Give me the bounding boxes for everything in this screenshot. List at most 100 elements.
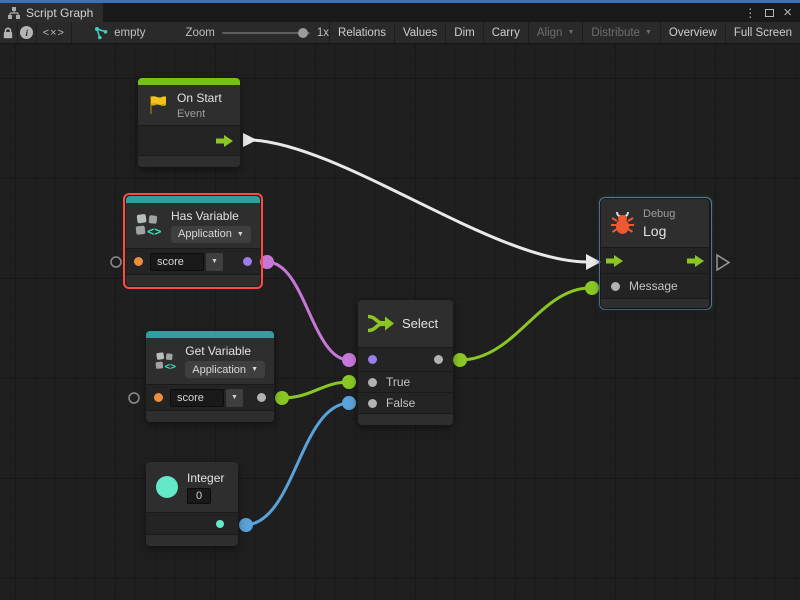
variable-name-dropdown[interactable]: score: [170, 389, 224, 407]
select-false-row: False: [358, 392, 453, 413]
select-false-input-port[interactable]: [368, 399, 377, 408]
variable-color-bar: [126, 196, 260, 203]
variables-icon: <>: [155, 349, 177, 374]
align-label: Align: [537, 27, 563, 39]
lock-button[interactable]: [0, 22, 18, 43]
carry-button[interactable]: Carry: [483, 22, 528, 43]
variable-name-dropdown-button[interactable]: ▼: [206, 253, 223, 271]
toolbar-buttons: Relations Values Dim Carry Align ▼ Distri…: [329, 22, 800, 43]
has-variable-header[interactable]: <> Has Variable Application ▼: [126, 203, 260, 248]
close-icon[interactable]: ×: [783, 5, 792, 20]
wire-cap: [342, 353, 356, 367]
on-start-node[interactable]: On Start Event: [138, 78, 240, 167]
unconnected-input-port[interactable]: [111, 257, 121, 267]
on-start-header[interactable]: On Start Event: [138, 85, 240, 125]
distribute-label: Distribute: [591, 27, 640, 39]
integer-node[interactable]: Integer 0: [146, 462, 238, 546]
chevron-down-icon: ▼: [567, 29, 574, 36]
has-variable-selection: <> Has Variable Application ▼ score: [123, 193, 263, 289]
info-button[interactable]: i: [18, 22, 37, 43]
variable-scope-dropdown[interactable]: Application ▼: [185, 361, 265, 378]
zoom-slider-knob[interactable]: [298, 28, 308, 38]
node-category: Debug: [643, 208, 675, 220]
wire-cap: [275, 391, 289, 405]
debug-log-header[interactable]: Debug Log: [601, 199, 709, 247]
node-title: Has Variable: [171, 209, 251, 223]
get-variable-ports-row: score ▼: [146, 384, 274, 410]
node-footer: [138, 155, 240, 167]
get-variable-header[interactable]: <> Get Variable Application ▼: [146, 338, 274, 384]
chevron-down-icon: ▼: [645, 29, 652, 36]
variable-name-input-port[interactable]: [134, 257, 143, 266]
distribute-button[interactable]: Distribute ▼: [582, 22, 660, 43]
integer-value-input[interactable]: 0: [187, 488, 211, 504]
chevron-down-icon: ▼: [211, 258, 218, 265]
overview-button[interactable]: Overview: [660, 22, 725, 43]
integer-header[interactable]: Integer 0: [146, 462, 238, 512]
unconnected-flow-output-port[interactable]: [717, 255, 729, 270]
window-menu-icon[interactable]: ⋮: [744, 7, 756, 19]
overview-label: Overview: [669, 27, 717, 39]
lock-icon: [2, 26, 14, 40]
dim-button[interactable]: Dim: [445, 22, 482, 43]
graph-canvas[interactable]: On Start Event: [0, 44, 800, 600]
select-condition-input-port[interactable]: [368, 355, 377, 364]
tab-script-graph[interactable]: Script Graph: [0, 3, 103, 22]
wire-select-to-log-message[interactable]: [460, 288, 590, 360]
node-footer: [601, 298, 709, 308]
wire-onstart-to-log[interactable]: [253, 140, 588, 262]
integer-value: 0: [196, 490, 202, 502]
values-button[interactable]: Values: [394, 22, 445, 43]
code-view-button[interactable]: <×>: [37, 22, 73, 43]
integer-output-port[interactable]: [216, 520, 224, 528]
maximize-icon[interactable]: [765, 9, 774, 17]
zoom-label: Zoom: [185, 27, 214, 39]
unconnected-input-port[interactable]: [129, 393, 139, 403]
select-true-input-port[interactable]: [368, 378, 377, 387]
relations-button[interactable]: Relations: [329, 22, 394, 43]
flow-output-port[interactable]: [687, 255, 704, 267]
node-footer: [146, 534, 238, 546]
has-variable-output-port[interactable]: [243, 257, 252, 266]
get-variable-node[interactable]: <> Get Variable Application ▼ score ▼: [146, 331, 274, 422]
fullscreen-button[interactable]: Full Screen: [725, 22, 800, 43]
code-icon: <×>: [43, 27, 65, 39]
svg-text:<>: <>: [165, 361, 177, 372]
variable-color-bar: [146, 331, 274, 338]
node-footer: [146, 410, 274, 422]
on-start-flow-row: [138, 125, 240, 155]
wire-cap: [453, 353, 467, 367]
select-condition-row: [358, 347, 453, 371]
node-subtitle: Event: [177, 108, 222, 120]
tab-bar: Script Graph ⋮ ×: [0, 3, 800, 22]
zoom-slider[interactable]: [222, 26, 310, 40]
message-label: Message: [629, 279, 678, 293]
variable-name-dropdown[interactable]: score: [150, 253, 204, 271]
has-variable-ports-row: score ▼: [126, 248, 260, 274]
chevron-down-icon: ▼: [237, 231, 244, 238]
variable-scope-dropdown[interactable]: Application ▼: [171, 226, 251, 243]
chevron-down-icon: ▼: [251, 366, 258, 373]
align-button[interactable]: Align ▼: [528, 22, 583, 43]
wire-hasvariable-to-select[interactable]: [267, 262, 349, 360]
wire-getvariable-to-select-true[interactable]: [282, 382, 349, 398]
flow-output-port[interactable]: [216, 135, 233, 147]
select-output-port[interactable]: [434, 355, 443, 364]
wire-cap: [585, 281, 599, 295]
integer-icon: [155, 475, 179, 499]
debug-log-node[interactable]: Debug Log Message: [601, 199, 709, 308]
flow-input-port[interactable]: [606, 255, 623, 267]
event-color-bar: [138, 78, 240, 85]
graph-reference[interactable]: empty: [94, 22, 145, 43]
debug-log-selection: Debug Log Message: [599, 197, 712, 310]
graph-name-label: empty: [114, 27, 145, 39]
select-node[interactable]: Select True False: [358, 300, 453, 425]
has-variable-node[interactable]: <> Has Variable Application ▼ score: [126, 196, 260, 286]
scope-value: Application: [178, 228, 232, 240]
message-input-port[interactable]: [611, 282, 620, 291]
variable-name-dropdown-button[interactable]: ▼: [226, 389, 243, 407]
select-header[interactable]: Select: [358, 300, 453, 347]
log-message-row: Message: [601, 273, 709, 298]
get-variable-output-port[interactable]: [257, 393, 266, 402]
variable-name-input-port[interactable]: [154, 393, 163, 402]
